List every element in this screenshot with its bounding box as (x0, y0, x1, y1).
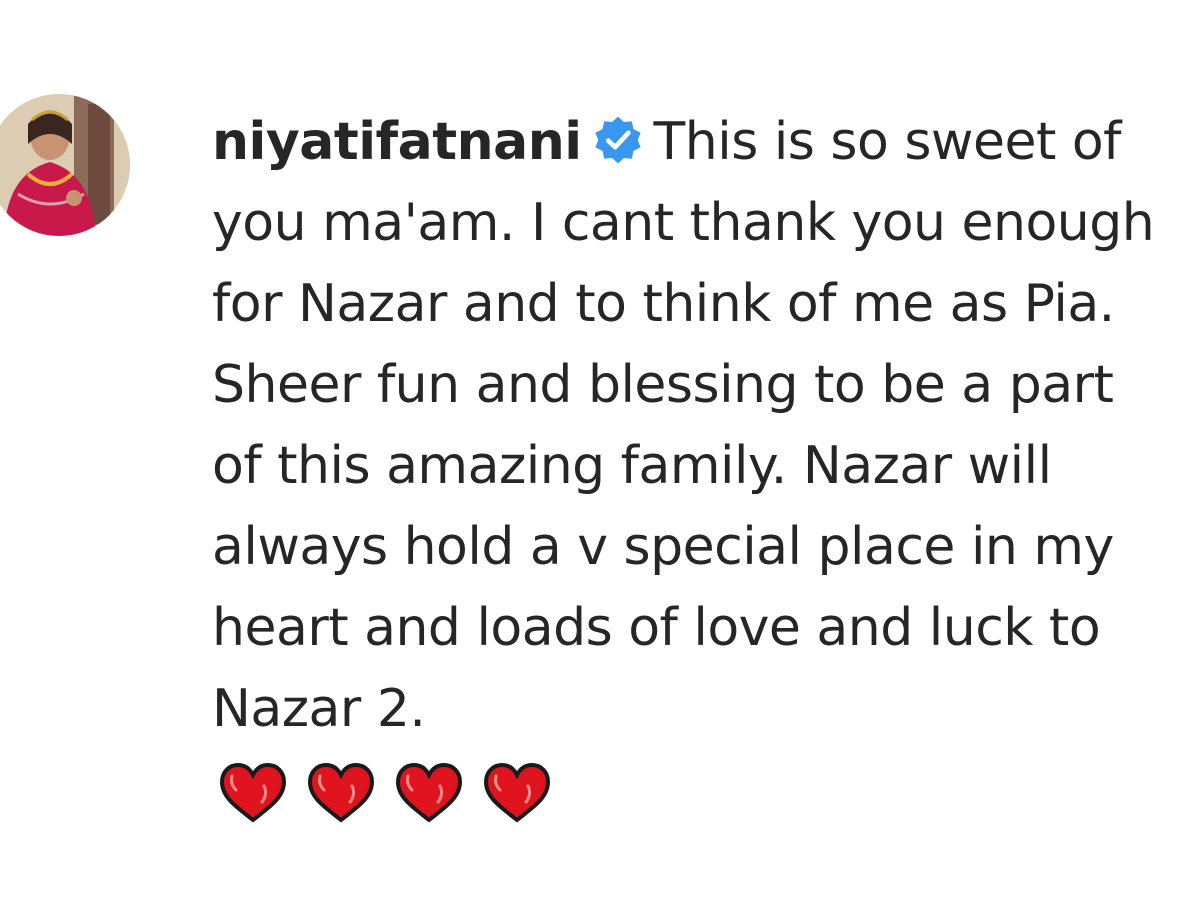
red-heart-icon (219, 762, 287, 823)
emoji-row (218, 762, 1172, 824)
instagram-comment: niyatifatnani This is so sweet of you ma… (0, 0, 1200, 900)
avatar[interactable] (0, 94, 130, 236)
comment-text: This is so sweet of you ma'am. I cant th… (212, 112, 1155, 739)
avatar-photo (0, 94, 130, 236)
verified-badge-icon (594, 116, 641, 164)
red-heart-icon (307, 762, 375, 823)
red-heart-icon (395, 762, 463, 823)
comment-body: niyatifatnani This is so sweet of you ma… (212, 102, 1172, 824)
username-link[interactable]: niyatifatnani (212, 112, 582, 172)
red-heart-icon (483, 762, 551, 823)
